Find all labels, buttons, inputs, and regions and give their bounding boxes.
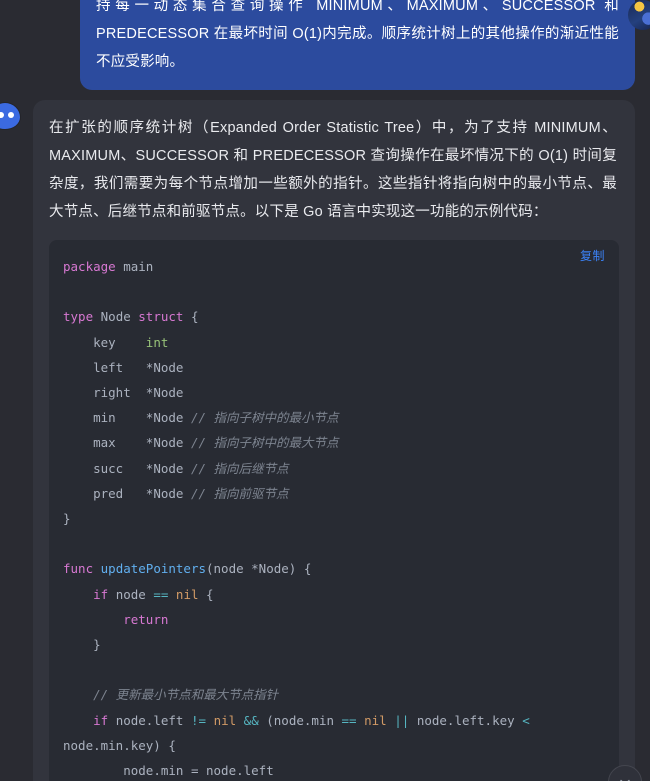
assistant-message-text: 在扩张的顺序统计树（Expanded Order Statistic Tree）… <box>49 120 617 220</box>
user-message-bubble: 用go语言，通过为结点增加指针的方式，试说明如何在扩张的顺序统计树上，支持每一动… <box>80 0 635 90</box>
bot-eye-right-icon <box>8 112 14 118</box>
user-avatar[interactable] <box>628 0 650 30</box>
assistant-message-row: 在扩张的顺序统计树（Expanded Order Statistic Tree）… <box>0 100 650 781</box>
assistant-message-bubble: 在扩张的顺序统计树（Expanded Order Statistic Tree）… <box>33 100 635 781</box>
user-message-row: 用go语言，通过为结点增加指针的方式，试说明如何在扩张的顺序统计树上，支持每一动… <box>0 0 650 90</box>
copy-code-button[interactable]: 复制 <box>580 248 605 264</box>
chevron-down-icon <box>620 779 630 781</box>
bot-eye-left-icon <box>0 112 4 118</box>
code-content[interactable]: package main type Node struct { key int … <box>63 254 605 781</box>
code-block: 复制 package main type Node struct { key i… <box>49 240 619 781</box>
chat-page: 用go语言，通过为结点增加指针的方式，试说明如何在扩张的顺序统计树上，支持每一动… <box>0 0 650 781</box>
bot-face-icon <box>0 103 20 129</box>
